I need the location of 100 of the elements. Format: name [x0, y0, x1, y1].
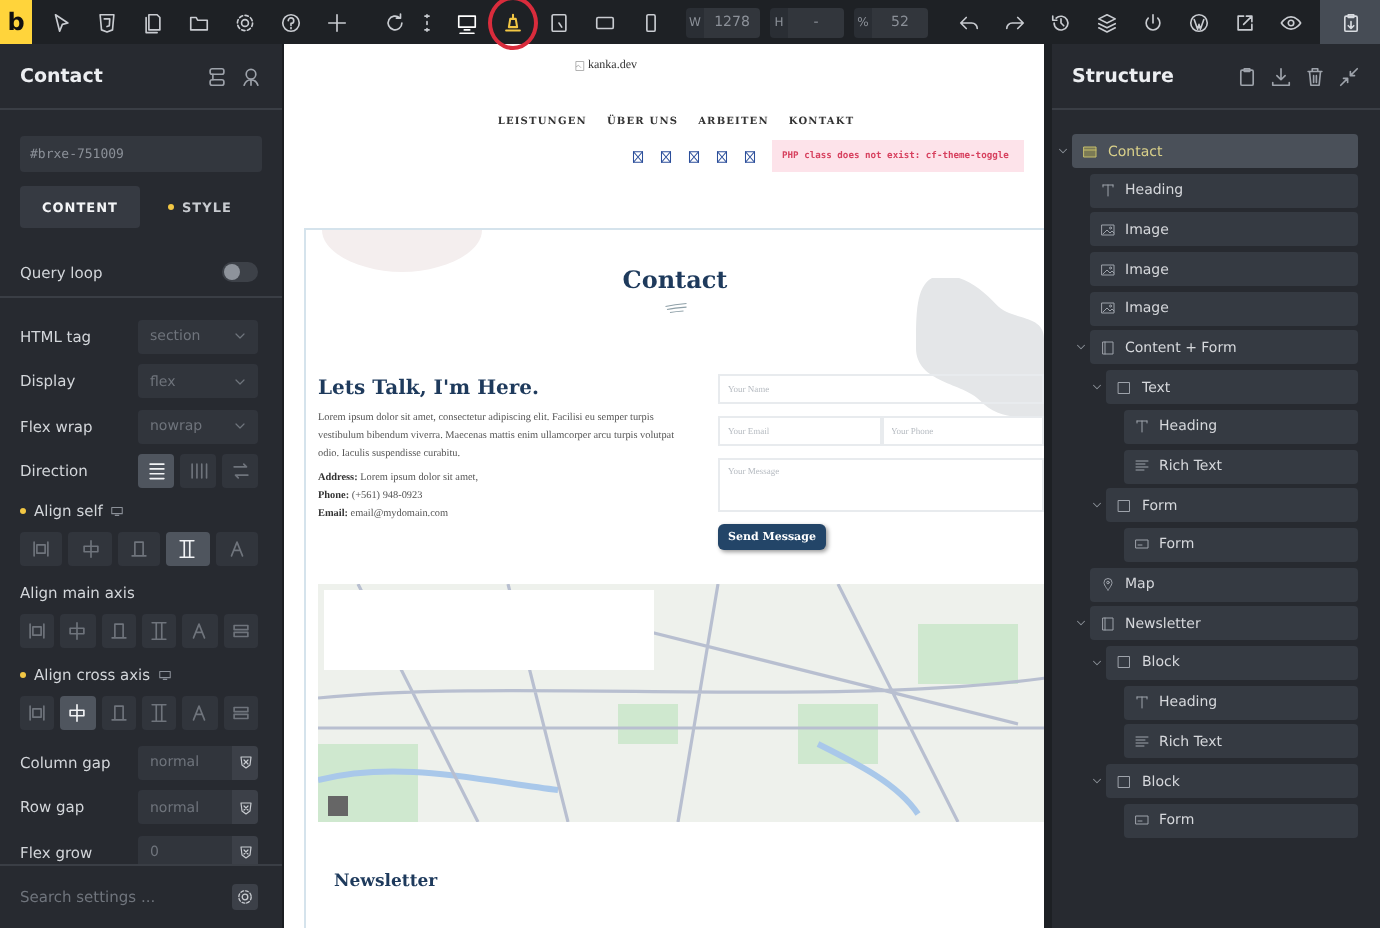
caret-icon[interactable] — [1073, 340, 1087, 355]
cursor-icon[interactable] — [50, 11, 72, 33]
align-button[interactable] — [60, 696, 96, 730]
missing-icon[interactable] — [744, 149, 756, 163]
unit-button[interactable] — [232, 835, 258, 864]
caret-icon[interactable] — [1056, 144, 1070, 158]
align-button[interactable] — [223, 614, 258, 648]
pin-icon — [1099, 576, 1115, 593]
align-icon — [128, 538, 151, 560]
align-icon — [66, 620, 89, 642]
caret-icon[interactable] — [1090, 380, 1104, 395]
person-icon[interactable] — [240, 65, 262, 87]
align-button[interactable] — [20, 532, 63, 566]
refresh-icon[interactable] — [384, 11, 406, 33]
download-icon[interactable] — [1270, 65, 1292, 87]
column-icon — [1099, 339, 1115, 356]
align-icon — [188, 620, 211, 642]
align-icon — [79, 538, 102, 560]
lamp-icon[interactable] — [502, 11, 524, 33]
heading-icon — [1133, 694, 1149, 711]
caret-icon[interactable] — [1090, 655, 1104, 670]
section-icon — [1082, 143, 1098, 159]
image-icon — [1099, 221, 1115, 238]
unit-button[interactable] — [232, 790, 258, 825]
undo-icon[interactable] — [958, 11, 980, 33]
heading-icon — [1099, 182, 1115, 199]
align-button[interactable] — [101, 696, 136, 730]
align-icon — [188, 702, 211, 724]
align-button[interactable] — [141, 614, 177, 648]
align-button[interactable] — [117, 532, 161, 566]
square-icon — [1116, 773, 1132, 789]
align-icon — [148, 702, 171, 724]
square-icon — [1116, 379, 1132, 396]
clipboard-icon[interactable] — [1236, 65, 1258, 87]
structure-icon[interactable] — [206, 65, 228, 87]
align-icon — [229, 620, 252, 642]
align-icon — [229, 702, 252, 724]
toggle-switch[interactable] — [222, 262, 258, 282]
desktop-icon — [110, 503, 125, 517]
caret-icon[interactable] — [1090, 498, 1104, 513]
phone-icon[interactable] — [640, 11, 662, 33]
toolbar-button[interactable] — [1320, 0, 1380, 44]
landscape-icon[interactable] — [594, 11, 616, 33]
folder-icon[interactable] — [188, 11, 210, 33]
align-button[interactable] — [101, 614, 136, 648]
rows-icon — [145, 460, 167, 483]
trash-icon[interactable] — [1304, 65, 1326, 87]
caret-icon[interactable] — [1090, 774, 1104, 788]
clipboard-icon — [1339, 11, 1361, 33]
lines-icon — [1133, 458, 1149, 474]
logo[interactable]: b — [0, 0, 32, 44]
help-icon[interactable] — [280, 11, 302, 33]
align-icon — [225, 538, 248, 560]
settings-icon[interactable] — [234, 11, 256, 33]
broken-image-icon — [574, 59, 586, 71]
shield-icon — [237, 844, 253, 861]
plus-icon[interactable] — [326, 11, 348, 33]
form-icon — [1133, 536, 1149, 553]
column-icon — [1099, 615, 1115, 632]
unit-button[interactable] — [232, 745, 258, 780]
reverse-icon — [229, 460, 251, 483]
align-button[interactable] — [20, 614, 55, 648]
columns-icon — [187, 460, 209, 483]
layers-icon[interactable] — [1096, 11, 1118, 33]
align-button[interactable] — [166, 532, 210, 566]
align-button[interactable] — [141, 696, 177, 730]
pages-icon[interactable] — [142, 11, 164, 33]
align-icon — [26, 620, 49, 642]
eye-icon[interactable] — [1280, 11, 1302, 33]
missing-icon[interactable] — [716, 149, 728, 163]
square-icon — [1116, 497, 1132, 514]
missing-icon[interactable] — [688, 149, 700, 163]
align-icon — [176, 538, 199, 560]
settings-icon — [236, 888, 254, 906]
desktop-icon — [158, 667, 173, 681]
settings-button[interactable] — [232, 884, 258, 910]
direction-button[interactable] — [138, 454, 174, 489]
tablet-icon[interactable] — [548, 11, 570, 33]
missing-icon[interactable] — [660, 149, 672, 163]
align-button[interactable] — [20, 696, 55, 730]
align-icon — [148, 620, 171, 642]
shield-icon — [237, 799, 253, 816]
redo-icon[interactable] — [1004, 11, 1026, 33]
collapse-icon[interactable] — [1338, 65, 1360, 87]
align-icon — [107, 702, 130, 724]
lines-icon — [1133, 733, 1149, 750]
image-icon — [1099, 300, 1115, 317]
missing-icon[interactable] — [632, 149, 644, 163]
external-link-icon[interactable] — [1234, 11, 1256, 33]
history-icon[interactable] — [1050, 11, 1072, 33]
shield-icon[interactable] — [96, 11, 118, 33]
desktop-icon[interactable] — [456, 11, 478, 33]
power-icon[interactable] — [1142, 11, 1164, 33]
align-icon — [26, 702, 49, 724]
form-icon — [1133, 812, 1149, 829]
wordpress-icon[interactable] — [1188, 11, 1210, 33]
caret-icon[interactable] — [1073, 616, 1087, 631]
align-button[interactable] — [215, 532, 259, 566]
align-button[interactable] — [223, 696, 258, 730]
shield-icon — [237, 754, 253, 771]
